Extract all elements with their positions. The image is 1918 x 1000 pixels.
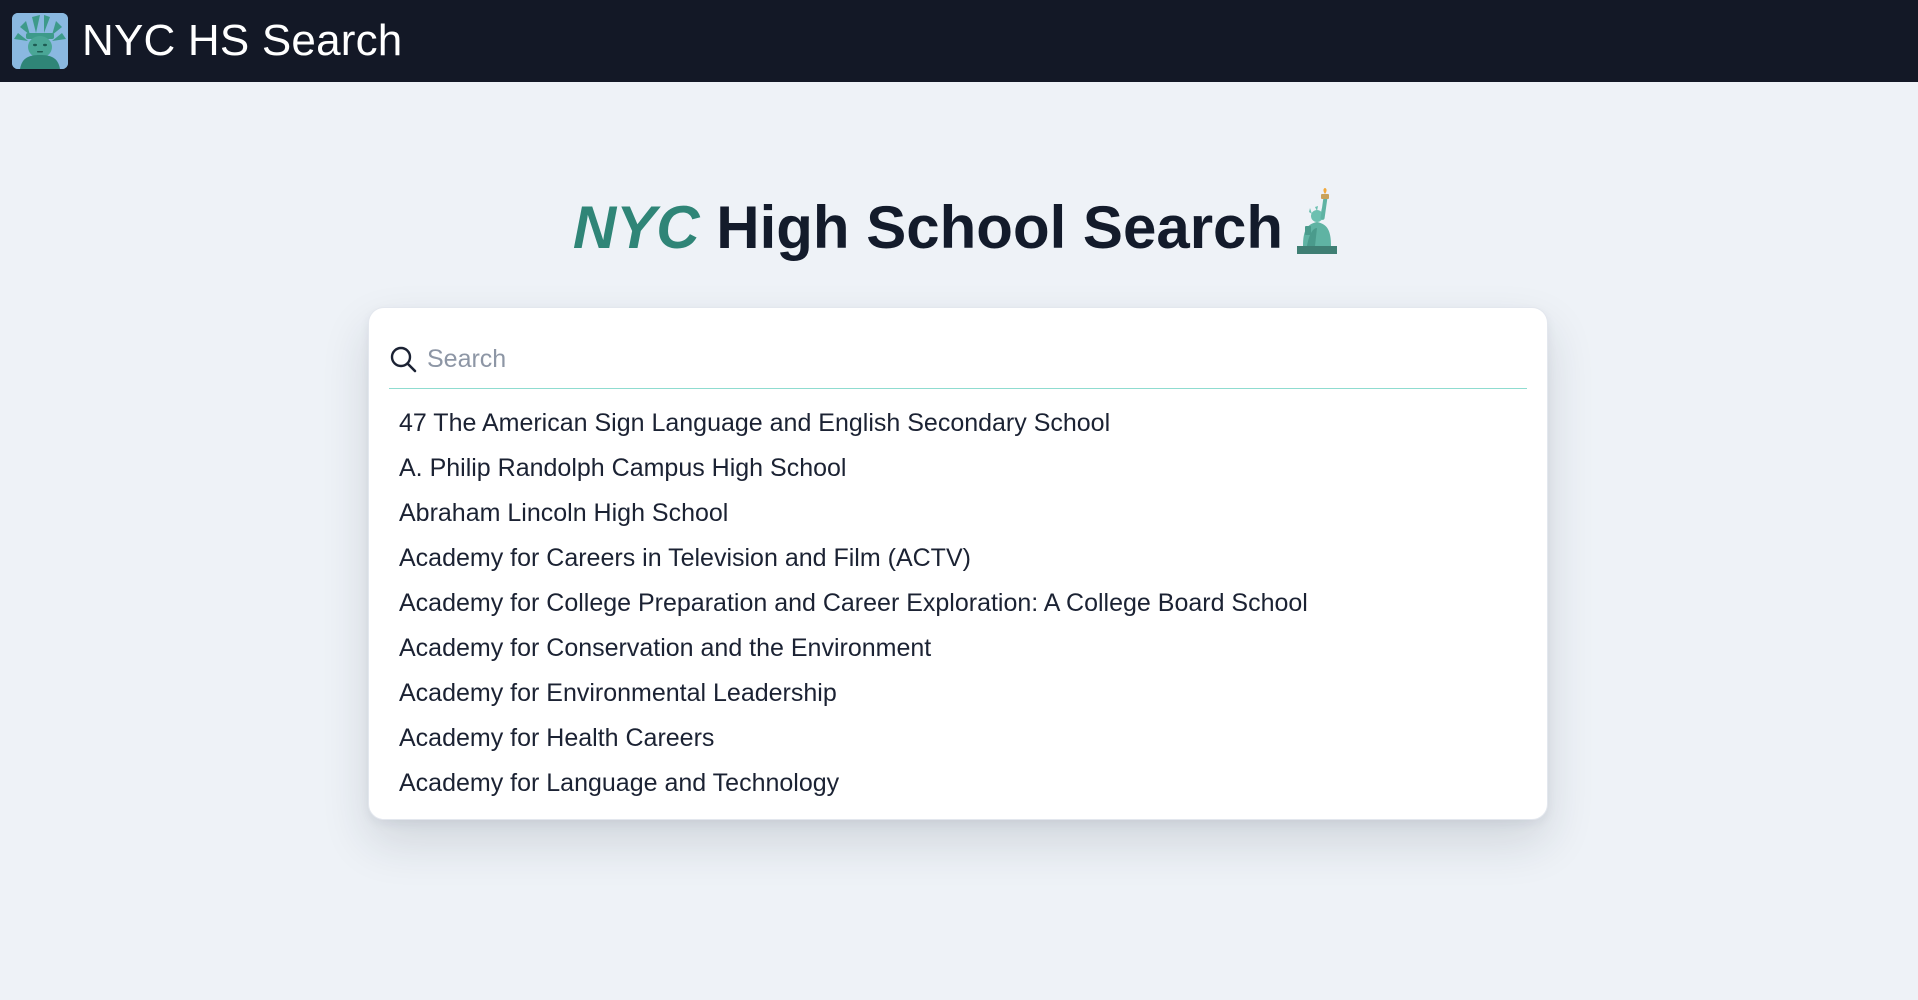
result-item[interactable]: Academy for Environmental Leadership (399, 671, 1519, 716)
result-item[interactable]: 47 The American Sign Language and Englis… (399, 401, 1519, 446)
top-bar: NYC HS Search (0, 0, 1918, 82)
statue-of-liberty-icon (1293, 188, 1345, 254)
title-accent: NYC (572, 194, 700, 261)
results-list: 47 The American Sign Language and Englis… (399, 401, 1519, 806)
result-item[interactable]: A. Philip Randolph Campus High School (399, 446, 1519, 491)
search-icon[interactable] (389, 345, 417, 373)
search-bar[interactable] (389, 336, 1527, 389)
result-item[interactable]: Academy for Conservation and the Environ… (399, 626, 1519, 671)
result-item[interactable]: Academy for Language and Technology (399, 761, 1519, 806)
app-name[interactable]: NYC HS Search (82, 19, 402, 63)
result-item[interactable]: Academy for Health Careers (399, 716, 1519, 761)
title-text: High School Search (699, 194, 1284, 261)
result-item[interactable]: Abraham Lincoln High School (399, 491, 1519, 536)
page-title: NYC High School Search (0, 188, 1918, 268)
result-item[interactable]: Academy for College Preparation and Care… (399, 581, 1519, 626)
result-item[interactable]: Academy for Careers in Television and Fi… (399, 536, 1519, 581)
search-panel: 47 The American Sign Language and Englis… (368, 307, 1548, 820)
search-input[interactable] (427, 339, 1507, 379)
statue-of-liberty-icon[interactable] (12, 13, 68, 69)
